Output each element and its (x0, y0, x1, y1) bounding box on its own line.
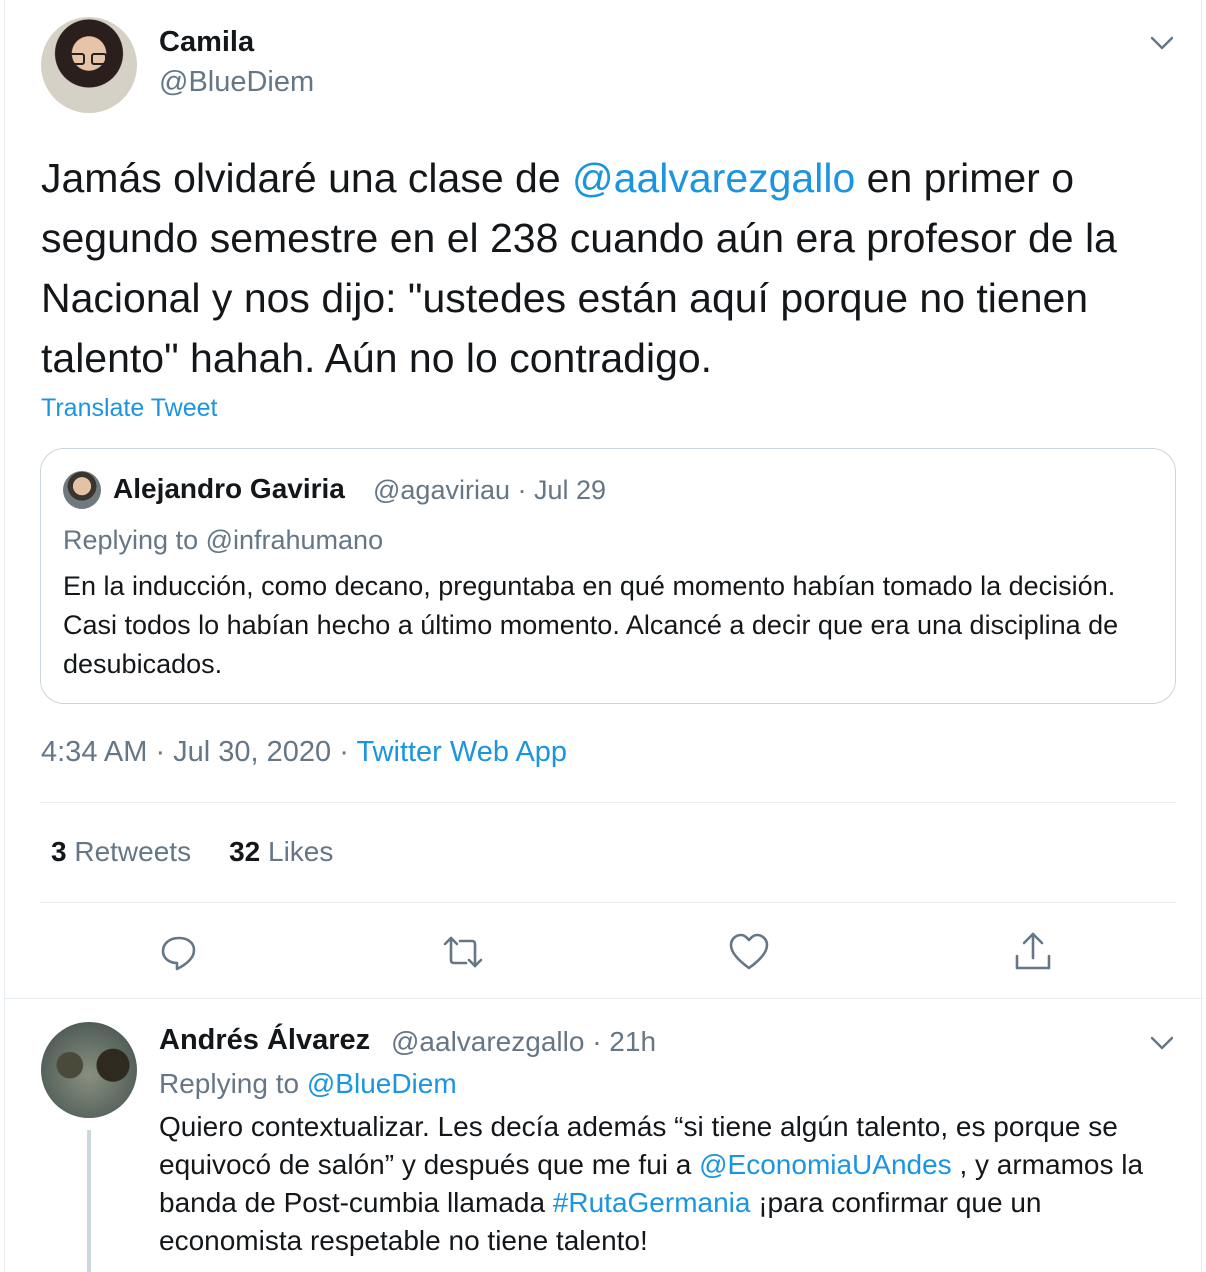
quoted-author-meta: @agaviriau · Jul 29 (373, 475, 607, 505)
mention-link[interactable]: @EconomiaUAndes (699, 1149, 952, 1180)
quoted-tweet-card[interactable]: Alejandro Gaviria @agaviriau · Jul 29 Re… (40, 448, 1176, 704)
tweet-time[interactable]: 4:34 AM · Jul 30, 2020 · (41, 736, 356, 768)
tweet-source-link[interactable]: Twitter Web App (356, 736, 567, 768)
retweets-label: Retweets (74, 836, 192, 867)
author-name[interactable]: Camila (159, 26, 254, 59)
reply-author-meta[interactable]: @aalvarezgallo · 21h (391, 1026, 656, 1058)
reply-tweet-text: Quiero contextualizar. Les decía además … (159, 1108, 1179, 1260)
heart-icon[interactable] (727, 930, 771, 974)
reply-author-name[interactable]: Andrés Álvarez (159, 1024, 370, 1057)
tweet-stats: 3 Retweets 32 Likes (51, 836, 333, 868)
chevron-down-icon[interactable] (1147, 28, 1177, 58)
tweet-timestamp: 4:34 AM · Jul 30, 2020 · Twitter Web App (41, 736, 567, 769)
divider (40, 802, 1176, 803)
quoted-tweet-text: En la inducción, como decano, preguntaba… (63, 571, 1119, 679)
mention-link[interactable]: @aalvarezgallo (572, 155, 855, 201)
divider (40, 902, 1176, 903)
retweet-icon[interactable] (441, 930, 485, 974)
tweet-text: Jamás olvidaré una clase de @aalvarezgal… (41, 148, 1181, 388)
replying-prefix: Replying to (159, 1068, 307, 1099)
retweets-count: 3 (51, 836, 67, 867)
tweet-detail-panel: Camila @BlueDiem Jamás olvidaré una clas… (4, 0, 1203, 1272)
quoted-author-name: Alejandro Gaviria (113, 473, 345, 504)
reply-author-avatar[interactable] (41, 1022, 137, 1118)
likes-count: 32 (229, 836, 261, 867)
share-icon[interactable] (1011, 930, 1055, 974)
tweet-text-part: Jamás olvidaré una clase de (41, 155, 573, 201)
quoted-author-avatar (63, 471, 101, 509)
hashtag-link[interactable]: #RutaGermania (553, 1187, 751, 1218)
likes-stat[interactable]: 32 Likes (229, 836, 333, 867)
likes-label: Likes (268, 836, 334, 867)
retweets-stat[interactable]: 3 Retweets (51, 836, 191, 867)
reply-replying-to: Replying to @BlueDiem (159, 1068, 457, 1100)
quoted-replying-to: Replying to @infrahumano (63, 525, 384, 555)
divider (5, 998, 1203, 999)
avatar-glasses (69, 53, 109, 65)
author-avatar[interactable] (41, 17, 137, 113)
translate-tweet-link[interactable]: Translate Tweet (41, 394, 217, 423)
chevron-down-icon[interactable] (1147, 1028, 1177, 1058)
thread-line (87, 1130, 91, 1272)
reply-icon[interactable] (157, 930, 201, 974)
author-handle[interactable]: @BlueDiem (159, 66, 314, 99)
replying-handle-link[interactable]: @BlueDiem (307, 1068, 457, 1099)
